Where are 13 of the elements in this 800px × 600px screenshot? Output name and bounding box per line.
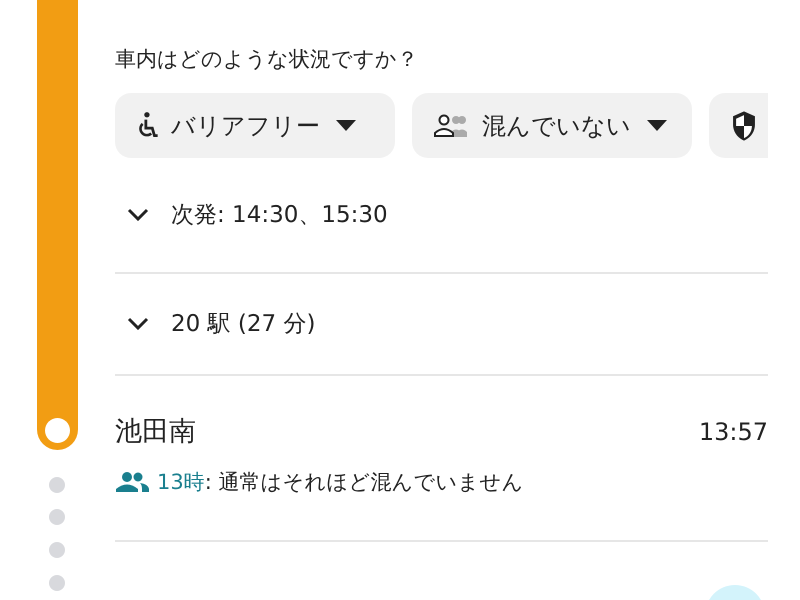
chevron-icon[interactable] bbox=[127, 317, 149, 331]
arrival-time: 13:57 bbox=[698, 417, 768, 448]
filter-chip[interactable]: 混んでいない bbox=[412, 93, 692, 158]
filter-icon-button[interactable] bbox=[709, 93, 768, 158]
chevron-icon[interactable] bbox=[127, 208, 149, 222]
people-icon bbox=[115, 471, 149, 494]
filter-chip[interactable]: バリアフリー bbox=[115, 93, 395, 158]
station-name: 池田南 bbox=[115, 415, 196, 449]
crowd-hour: 13時 bbox=[157, 468, 205, 496]
expand-row-text[interactable]: 20 駅 (27 分) bbox=[171, 306, 316, 342]
crowd-status-text: : 通常はそれほど混んでいません bbox=[204, 468, 524, 496]
expand-row-text[interactable]: 次発: 14:30、15:30 bbox=[171, 198, 388, 232]
question-text: 車内はどのような状況ですか？ bbox=[115, 46, 419, 73]
